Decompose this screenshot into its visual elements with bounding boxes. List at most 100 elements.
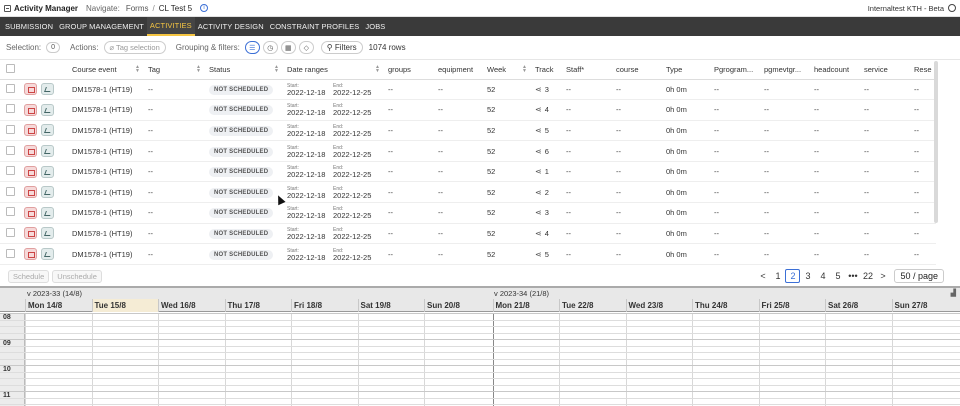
row-checkbox[interactable] — [6, 145, 15, 155]
sort-arrows-icon[interactable]: ▲ ▼ — [375, 65, 380, 74]
breadcrumb-forms[interactable]: Forms — [126, 4, 149, 13]
chart-icon[interactable]: ▟ — [951, 289, 956, 297]
calendar-grid[interactable]: 08 09 10 11 — [0, 313, 960, 406]
row-checkbox[interactable] — [6, 124, 15, 134]
filters-button[interactable]: ⚲ Filters — [320, 41, 363, 54]
staff-value: -- — [566, 208, 571, 218]
column-header-type[interactable]: Type — [664, 61, 712, 80]
column-header-pgmevtgr[interactable]: pgmevtgr... — [762, 61, 812, 80]
tab-activity-design[interactable]: ACTIVITY DESIGN — [195, 17, 267, 36]
remove-icon[interactable] — [24, 103, 37, 116]
list-view-icon[interactable]: ☰ — [244, 41, 260, 54]
row-checkbox[interactable] — [6, 227, 15, 237]
calendar-filter-icon[interactable]: ▦ — [280, 41, 296, 54]
sort-arrows-icon[interactable]: ▲ ▼ — [274, 65, 279, 74]
row-checkbox[interactable] — [6, 186, 15, 196]
tag-filter-icon[interactable]: ◇ — [298, 41, 314, 54]
column-header-service[interactable]: service — [862, 61, 912, 80]
column-header-groups[interactable]: groups — [386, 61, 436, 80]
remove-icon[interactable] — [24, 83, 37, 96]
column-header-week[interactable]: Week ▲ ▼ — [485, 61, 533, 80]
remove-icon[interactable] — [24, 186, 37, 199]
status-badge: NOT SCHEDULED — [209, 249, 274, 260]
sort-arrows-icon[interactable]: ▲ ▼ — [522, 65, 527, 74]
select-all-checkbox[interactable] — [6, 64, 15, 74]
tab-group-management[interactable]: GROUP MANAGEMENT — [56, 17, 147, 36]
tag-selection-button[interactable]: ⌀ Tag selection — [103, 41, 166, 54]
column-header-equipment[interactable]: equipment — [436, 61, 485, 80]
page-2[interactable]: 2 — [785, 269, 801, 283]
open-activity-icon[interactable] — [41, 165, 54, 178]
row-checkbox[interactable] — [6, 207, 15, 217]
open-activity-icon[interactable] — [41, 248, 54, 261]
tab-constraint-profiles[interactable]: CONSTRAINT PROFILES — [267, 17, 363, 36]
table-scrollbar[interactable] — [934, 61, 938, 223]
page-4[interactable]: 4 — [815, 271, 830, 281]
schedule-button[interactable]: Schedule — [8, 269, 50, 283]
status-badge: NOT SCHEDULED — [209, 167, 274, 178]
unschedule-button[interactable]: Unschedule — [52, 269, 102, 283]
tab-jobs[interactable]: JOBS — [362, 17, 388, 36]
page-ellipsis[interactable]: ••• — [845, 271, 860, 281]
column-header-date-ranges[interactable]: Date ranges ▲ ▼ — [285, 61, 386, 80]
week-cell: 52 — [485, 79, 533, 101]
page-size-select[interactable]: 50 / page — [894, 269, 944, 283]
table-row[interactable]: DM1578-1 (HT19) -- NOT SCHEDULED Start: 2022… — [0, 243, 936, 265]
column-header-course[interactable]: course — [614, 61, 664, 80]
table-row[interactable]: DM1578-1 (HT19) -- NOT SCHEDULED Start: 2022… — [0, 181, 936, 204]
tab-activities[interactable]: ACTIVITIES — [146, 17, 195, 36]
column-header-rese[interactable]: Rese+ — [912, 61, 936, 80]
settings-icon[interactable] — [948, 4, 956, 12]
remove-icon[interactable] — [24, 165, 37, 178]
remove-icon[interactable] — [24, 145, 37, 158]
table-row[interactable]: DM1578-1 (HT19) -- NOT SCHEDULED Start: 2022… — [0, 79, 936, 101]
column-header-tag[interactable]: Tag ▲ ▼ — [146, 61, 207, 80]
table-row[interactable]: DM1578-1 (HT19) -- NOT SCHEDULED Start: 2022… — [0, 120, 936, 142]
breadcrumb-current[interactable]: CL Test 5 — [159, 4, 192, 13]
table-row[interactable]: DM1578-1 (HT19) -- NOT SCHEDULED Start: 2022… — [0, 161, 936, 183]
table-row[interactable]: DM1578-1 (HT19) -- NOT SCHEDULED Start: 2022… — [0, 202, 936, 224]
open-activity-icon[interactable] — [41, 206, 54, 219]
headcount-value: -- — [814, 208, 819, 218]
open-activity-icon[interactable] — [41, 227, 54, 240]
row-checkbox[interactable] — [6, 83, 15, 93]
table-row[interactable]: DM1578-1 (HT19) -- NOT SCHEDULED Start: 2022… — [0, 223, 936, 245]
row-checkbox[interactable] — [6, 248, 15, 258]
page-5[interactable]: 5 — [830, 271, 845, 281]
sort-arrows-icon[interactable]: ▲ ▼ — [196, 65, 201, 74]
remove-icon[interactable] — [24, 124, 37, 137]
column-header-headcount[interactable]: headcount — [812, 61, 862, 80]
pgmevtgroup-cell: -- — [762, 202, 812, 224]
start-date-group: Start: 2022-12-18 — [287, 82, 333, 97]
prev-page-button[interactable]: < — [755, 271, 770, 281]
next-page-button[interactable]: > — [875, 271, 890, 281]
open-activity-icon[interactable] — [41, 124, 54, 137]
column-header-course-event[interactable]: Course event ▲ ▼ — [70, 61, 146, 80]
info-icon[interactable]: i — [200, 4, 209, 12]
status-badge: NOT SCHEDULED — [209, 208, 274, 219]
sort-arrows-icon[interactable]: ▲ ▼ — [135, 65, 140, 74]
open-activity-icon[interactable] — [41, 145, 54, 158]
table-row[interactable]: DM1578-1 (HT19) -- NOT SCHEDULED Start: 2022… — [0, 140, 936, 162]
open-activity-icon[interactable] — [41, 186, 54, 199]
open-activity-icon[interactable] — [41, 83, 54, 96]
equipment-cell: -- — [436, 223, 485, 245]
table-row[interactable]: DM1578-1 (HT19) -- NOT SCHEDULED Start: 2022… — [0, 99, 936, 121]
column-header-status[interactable]: Status ▲ ▼ — [207, 61, 285, 80]
page-22[interactable]: 22 — [860, 271, 875, 281]
column-header-track[interactable]: Track — [533, 61, 564, 80]
column-header-pgrogram[interactable]: Pgrogram... — [712, 61, 762, 80]
clock-filter-icon[interactable]: ◷ — [262, 41, 278, 54]
remove-icon[interactable] — [24, 206, 37, 219]
row-checkbox[interactable] — [6, 166, 15, 176]
open-activity-icon[interactable] — [41, 103, 54, 116]
end-date-group: End: 2022-12-25 — [333, 82, 379, 97]
remove-icon[interactable] — [24, 248, 37, 261]
page-3[interactable]: 3 — [800, 271, 815, 281]
tag-value: -- — [148, 146, 153, 156]
column-header-staff[interactable]: Staff* — [564, 61, 614, 80]
page-1[interactable]: 1 — [770, 271, 785, 281]
tab-submission[interactable]: SUBMISSION — [2, 17, 56, 36]
row-checkbox[interactable] — [6, 104, 15, 114]
remove-icon[interactable] — [24, 227, 37, 240]
